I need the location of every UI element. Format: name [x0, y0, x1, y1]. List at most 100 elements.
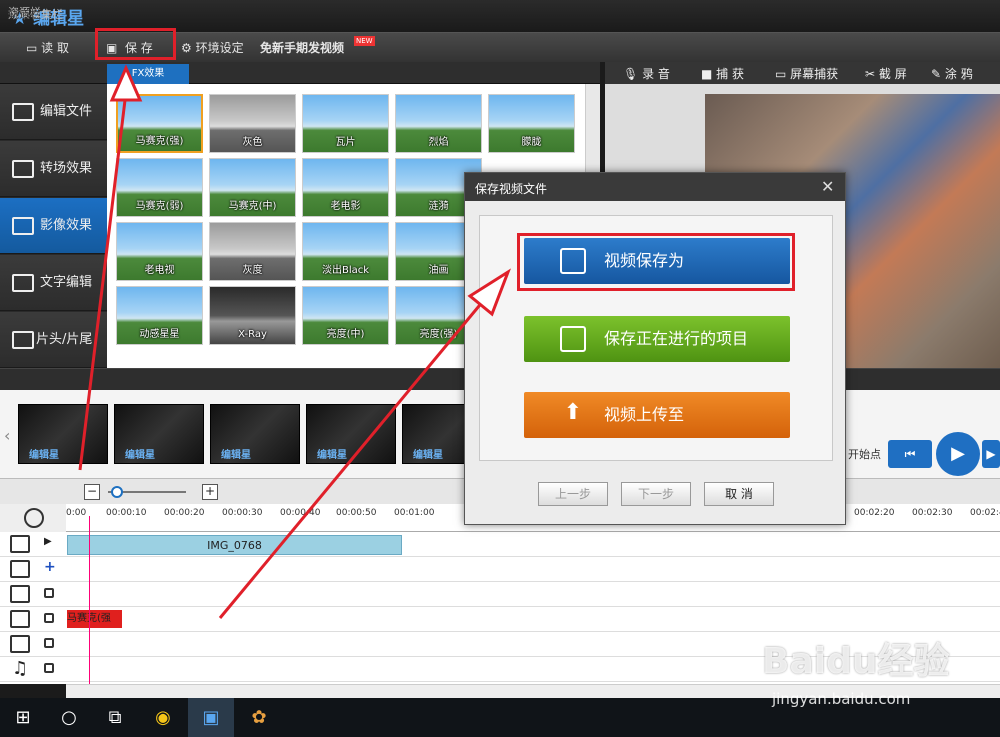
doodle-button[interactable]: ✎ 涂 鸦: [931, 65, 973, 82]
zoom-in-button[interactable]: +: [202, 484, 218, 500]
effect-thumb[interactable]: X-Ray: [209, 286, 296, 345]
effect-thumb[interactable]: 瓦片: [302, 94, 389, 153]
playhead[interactable]: [89, 516, 90, 684]
effect-thumb[interactable]: 马赛克(弱): [116, 158, 203, 217]
ruler-tick: 00:02:30: [912, 508, 953, 518]
transition-track[interactable]: [0, 582, 1000, 607]
ruler-tick: 00:00:30: [222, 508, 263, 518]
effect-thumb[interactable]: 亮度(中): [302, 286, 389, 345]
save-as-highlight-box: [517, 233, 795, 291]
plus-icon: +: [204, 484, 216, 498]
effect-thumb[interactable]: 灰度: [209, 222, 296, 281]
open-button[interactable]: ▭ 读 取: [26, 33, 69, 63]
dialog-title: 保存视频文件: [475, 182, 548, 196]
folder-icon: ▭: [26, 41, 38, 55]
nav-label: 影像效果: [40, 218, 93, 233]
effect-thumb[interactable]: 马赛克(中): [209, 158, 296, 217]
audio-track[interactable]: +: [0, 557, 1000, 582]
effect-label: 老电影: [330, 201, 361, 212]
gear-icon: ⚙: [181, 41, 192, 55]
effect-thumb[interactable]: 马赛克(强): [116, 94, 203, 153]
prev-step-button[interactable]: 上一步: [538, 482, 608, 506]
close-icon[interactable]: ✕: [821, 177, 834, 196]
play-button[interactable]: ▶: [936, 432, 980, 476]
nav-item-edit-file[interactable]: 编辑文件: [0, 84, 107, 140]
effect-thumb[interactable]: 动感星星: [116, 286, 203, 345]
save-project-button[interactable]: 保存正在进行的项目: [524, 316, 790, 362]
nav-item-image-effect[interactable]: 影像效果: [0, 198, 107, 254]
zoom-out-button[interactable]: −: [84, 484, 100, 500]
lock-icon[interactable]: [44, 638, 54, 648]
nav-item-text-edit[interactable]: 文字编辑: [0, 255, 107, 311]
video-clip[interactable]: IMG_0768: [67, 535, 402, 555]
effect-label: 马赛克(中): [228, 201, 277, 212]
effect-thumb[interactable]: 老电影: [302, 158, 389, 217]
add-icon[interactable]: +: [44, 559, 56, 575]
record-label: 录 音: [642, 67, 670, 81]
clip-icon: [12, 331, 34, 349]
effect-thumb[interactable]: 朦胧: [488, 94, 575, 153]
collection-item[interactable]: 编辑星: [306, 404, 396, 464]
lock-icon[interactable]: [44, 588, 54, 598]
collection-item[interactable]: 编辑星: [114, 404, 204, 464]
effect-thumb[interactable]: 灰色: [209, 94, 296, 153]
windows-start-icon[interactable]: ⊞: [0, 698, 46, 737]
zoom-slider-handle[interactable]: [111, 486, 123, 498]
prev-frame-button[interactable]: ⏮: [888, 440, 932, 468]
monitor-icon: ▭: [775, 67, 787, 81]
settings-button[interactable]: ⚙ 环境设定: [181, 33, 244, 63]
expand-icon[interactable]: ▶: [44, 536, 52, 547]
transition-icon: [12, 160, 34, 178]
effect-label: 亮度(中): [326, 329, 365, 340]
ruler-tick: 00:00:50: [336, 508, 377, 518]
lock-icon[interactable]: [44, 663, 54, 673]
skip-forward-icon: ▶: [986, 447, 996, 461]
mute-icon: [10, 560, 30, 578]
upload-video-button[interactable]: ⬆ 视频上传至: [524, 392, 790, 438]
screen-capture-button[interactable]: ▭ 屏幕捕获: [775, 65, 838, 82]
open-label: 读 取: [41, 41, 69, 55]
ruler-tick: 00:00:40: [280, 508, 321, 518]
effect-label: X-Ray: [238, 329, 267, 340]
nav-label: 转场效果: [40, 161, 93, 176]
ruler-tick: 00:02:4: [970, 508, 1000, 518]
collection-item-label: 编辑星: [125, 450, 155, 461]
save-video-dialog: 保存视频文件 ✕ 视频保存为 保存正在进行的项目 ⬆ 视频上传至 上一步 下一步 …: [464, 172, 846, 525]
collection-item-label: 编辑星: [221, 450, 251, 461]
record-button[interactable]: 🎙 录 音: [623, 65, 670, 82]
next-step-button[interactable]: 下一步: [621, 482, 691, 506]
promo-link[interactable]: 免新手期发视频: [260, 33, 344, 63]
screen-capture-label: 屏幕捕获: [790, 67, 839, 81]
text-icon: [12, 274, 34, 292]
track-label: 轨道栏: [8, 8, 41, 21]
film-icon: [12, 103, 34, 121]
tab-fx[interactable]: FX效果: [107, 64, 189, 84]
effect-clip[interactable]: 马赛克(强: [67, 610, 122, 628]
video-editor-icon[interactable]: ▣: [188, 698, 234, 737]
paint-icon[interactable]: ✿: [236, 698, 282, 737]
search-icon[interactable]: ○: [46, 698, 92, 737]
effect-thumb[interactable]: 烈焰: [395, 94, 482, 153]
watermark-url: jingyan.baidu.com: [772, 690, 911, 708]
collection-item[interactable]: 编辑星: [18, 404, 108, 464]
effect-track[interactable]: [0, 607, 1000, 632]
new-badge: NEW: [354, 36, 375, 46]
collection-item[interactable]: 编辑星: [210, 404, 300, 464]
doodle-label: 涂 鸦: [944, 67, 973, 81]
lock-icon[interactable]: [44, 613, 54, 623]
effect-thumb[interactable]: 老电视: [116, 222, 203, 281]
task-view-icon[interactable]: ⧉: [92, 698, 138, 737]
brush-icon: ✎: [931, 67, 942, 81]
chevron-left-icon[interactable]: ‹: [4, 426, 10, 445]
screenshot-button[interactable]: ✂ 截 屏: [865, 65, 907, 82]
cancel-button[interactable]: 取 消: [704, 482, 774, 506]
left-nav: 编辑文件 转场效果 影像效果 文字编辑 片头/片尾: [0, 84, 107, 368]
scissors-icon: ✂: [865, 67, 876, 81]
chrome-icon[interactable]: ◉: [140, 698, 186, 737]
effect-thumb[interactable]: 淡出Black: [302, 222, 389, 281]
nav-item-intro-outro[interactable]: 片头/片尾: [0, 312, 107, 368]
next-frame-button[interactable]: ▶: [982, 440, 1000, 468]
capture-button[interactable]: ■ 捕 获: [701, 65, 744, 82]
upload-icon: ⬆: [563, 400, 583, 425]
nav-item-transition[interactable]: 转场效果: [0, 141, 107, 197]
